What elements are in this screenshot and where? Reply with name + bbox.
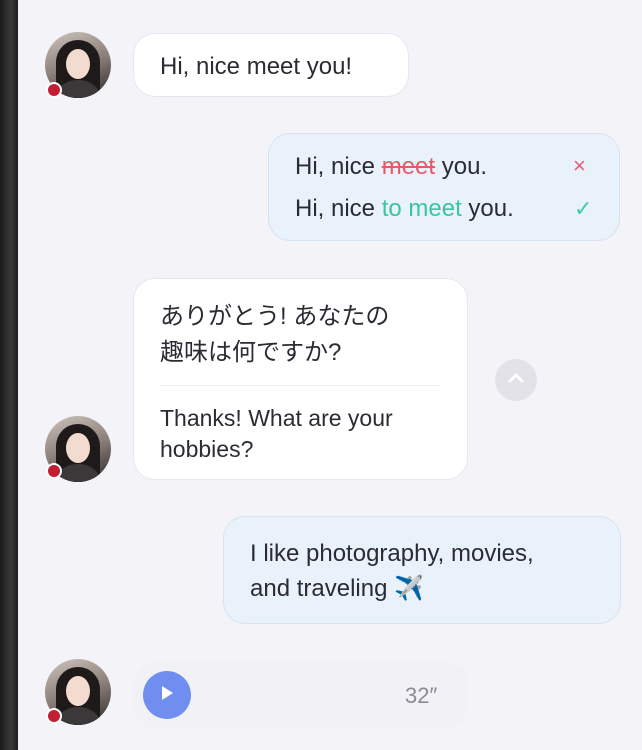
translation-divider: [160, 385, 440, 386]
incorrect-mark-icon: ×: [573, 153, 586, 178]
original-text-line2: 趣味は何ですか?: [160, 339, 342, 366]
airplane-icon: ✈️: [394, 575, 424, 602]
voice-duration: 32″: [405, 683, 438, 708]
play-voice-button[interactable]: [143, 671, 191, 719]
incoming-message-bubble[interactable]: Hi, nice meet you!: [133, 33, 409, 97]
collapse-translation-button[interactable]: [495, 359, 537, 401]
online-status-dot: [46, 708, 62, 724]
incorrect-suffix: you.: [435, 153, 488, 180]
reply-text-line1: I like photography, movies,: [250, 540, 534, 567]
corrected-suffix: you.: [461, 195, 514, 222]
translation-text-line2: hobbies?: [160, 436, 254, 462]
corrected-sentence: Hi, nice to meet you.: [295, 193, 514, 225]
corrected-word: to meet: [381, 195, 462, 222]
device-frame-edge: [0, 0, 18, 750]
corrected-prefix: Hi, nice: [295, 195, 382, 222]
chevron-up-icon: [508, 371, 524, 389]
incorrect-prefix: Hi, nice: [295, 153, 382, 180]
correct-mark-icon: ✓: [574, 196, 593, 221]
translation-text-line1: Thanks! What are your: [160, 405, 393, 431]
reply-text-line2-words: and traveling: [250, 575, 388, 602]
message-text: Hi, nice meet you!: [160, 53, 353, 80]
outgoing-message-bubble[interactable]: I like photography, movies, and travelin…: [223, 516, 621, 624]
reply-text-line2: and traveling ✈️: [250, 573, 424, 605]
online-status-dot: [46, 82, 62, 98]
incoming-translated-bubble[interactable]: ありがとう! あなたの 趣味は何ですか? Thanks! What are yo…: [133, 278, 468, 480]
play-icon: [159, 684, 175, 707]
correction-bubble[interactable]: Hi, nice meet you. × Hi, nice to meet yo…: [268, 133, 620, 241]
incorrect-word: meet: [381, 153, 436, 180]
original-text-line1: ありがとう! あなたの: [160, 303, 390, 330]
incorrect-sentence: Hi, nice meet you.: [295, 151, 487, 183]
online-status-dot: [46, 463, 62, 479]
